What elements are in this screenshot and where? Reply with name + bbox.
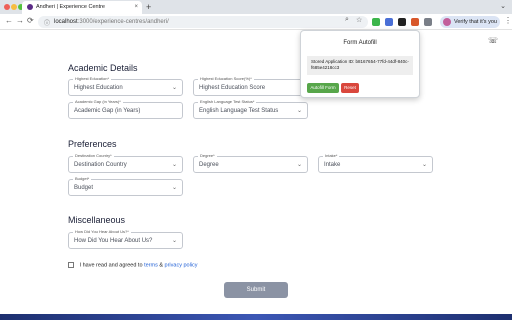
field-value: Intake (324, 162, 341, 168)
section-academic-details: Academic Details (68, 63, 138, 73)
browser-menu-icon[interactable]: ⋮ (504, 16, 512, 25)
field-label: English Language Test Status* (198, 99, 257, 104)
tab-title: Andheri | Experience Centre (36, 4, 105, 10)
field-label: Intake* (323, 153, 340, 158)
zoom-icon[interactable]: ⌕ (345, 16, 353, 24)
terms-link[interactable]: terms (144, 262, 158, 268)
budget-select[interactable]: Budget* Budget ⌄ (68, 176, 183, 196)
field-label: Degree* (198, 153, 217, 158)
bookmark-star-icon[interactable]: ☆ (356, 16, 364, 24)
chevron-down-icon: ⌄ (296, 162, 302, 168)
extension-dark-icon[interactable] (398, 18, 406, 26)
hear-about-us-select[interactable]: How Did You Hear About Us?* How Did You … (68, 229, 183, 249)
reload-button[interactable]: ⟳ (27, 16, 34, 25)
consent-text: I have read and agreed to (79, 262, 143, 269)
browser-tab[interactable]: Andheri | Experience Centre × (22, 1, 142, 14)
field-label: Academic Gap (in Years)* (73, 99, 123, 104)
browser-tab-strip: Andheri | Experience Centre × + ⌄ (0, 0, 512, 14)
field-value: English Language Test Status (199, 108, 279, 114)
chevron-down-icon: ⌄ (171, 238, 177, 244)
field-label: Destination Country* (73, 153, 114, 158)
privacy-policy-link[interactable]: privacy policy (165, 262, 198, 268)
browser-toolbar: ← → ⟳ ⓘ localhost:3000/experience-centre… (0, 14, 512, 30)
address-bar[interactable]: ⓘ localhost:3000/experience-centres/andh… (38, 16, 368, 28)
url-path: :3000/experience-centres/andheri/ (77, 19, 169, 25)
new-tab-button[interactable]: + (146, 2, 151, 12)
intake-select[interactable]: Intake* Intake ⌄ (318, 153, 433, 173)
profile-button[interactable]: Verify that it's you (440, 16, 500, 28)
url-host: localhost (54, 19, 78, 25)
field-value: Destination Country (74, 162, 127, 168)
stored-application-box: Stored Application ID: b8167654-77fd-44d… (307, 56, 413, 75)
chevron-down-icon: ⌄ (296, 108, 302, 114)
site-info-icon[interactable]: ⓘ (44, 18, 50, 27)
field-value: Degree (199, 162, 219, 168)
chevron-down-icon: ⌄ (171, 162, 177, 168)
reset-button[interactable]: Reset (341, 83, 359, 93)
destination-country-select[interactable]: Destination Country* Destination Country… (68, 153, 183, 173)
submit-button[interactable]: Submit (224, 282, 288, 298)
forward-button[interactable]: → (16, 16, 24, 25)
avatar (443, 18, 451, 26)
highest-education-score-input[interactable]: Highest Education Score(%)* Highest Educ… (193, 76, 308, 96)
extension-green-icon[interactable] (372, 18, 380, 26)
popup-title: Form Autofill (343, 40, 377, 46)
tab-search-icon[interactable]: ⌄ (500, 2, 506, 10)
academic-gap-input[interactable]: Academic Gap (in Years)* Academic Gap (i… (68, 99, 183, 119)
highest-education-select[interactable]: Highest Education* Highest Education ⌄ (68, 76, 183, 96)
tab-close-icon[interactable]: × (134, 4, 138, 10)
footer-strip (0, 314, 512, 320)
extension-orange-icon[interactable] (411, 18, 419, 26)
field-label: Budget* (73, 176, 92, 181)
form-autofill-popup: Form Autofill Stored Application ID: b81… (300, 30, 420, 98)
field-label: How Did You Hear About Us?* (73, 229, 131, 234)
profile-label: Verify that it's you (454, 19, 497, 25)
phone-icon[interactable]: ☏ (488, 36, 498, 45)
field-value: Highest Education Score (199, 85, 266, 91)
chevron-down-icon: ⌄ (171, 85, 177, 91)
consent-checkbox[interactable] (68, 262, 74, 268)
stored-prefix: Stored Application ID: (311, 59, 355, 64)
section-miscellaneous: Miscellaneous (68, 215, 126, 225)
chevron-down-icon: ⌄ (421, 162, 427, 168)
consent-row: I have read and agreed to terms & privac… (68, 262, 198, 268)
section-preferences: Preferences (68, 139, 117, 149)
field-label: Highest Education Score(%)* (198, 76, 254, 81)
extensions-puzzle-icon[interactable] (424, 18, 432, 26)
field-value: Budget (74, 185, 94, 191)
english-test-status-select[interactable]: English Language Test Status* English La… (193, 99, 308, 119)
tab-favicon-icon (27, 4, 33, 10)
degree-select[interactable]: Degree* Degree ⌄ (193, 153, 308, 173)
chevron-down-icon: ⌄ (171, 185, 177, 191)
close-window-button[interactable] (4, 4, 10, 10)
field-value: Academic Gap (in Years) (74, 108, 141, 114)
consent-amp: & (159, 262, 164, 269)
minimize-window-button[interactable] (11, 4, 17, 10)
field-value: Highest Education (74, 85, 123, 91)
autofill-form-button[interactable]: Autofill Form (307, 83, 339, 93)
back-button[interactable]: ← (5, 16, 13, 25)
field-value: How Did You Hear About Us? (74, 238, 153, 244)
extension-blue-icon[interactable] (385, 18, 393, 26)
field-label: Highest Education* (73, 76, 112, 81)
